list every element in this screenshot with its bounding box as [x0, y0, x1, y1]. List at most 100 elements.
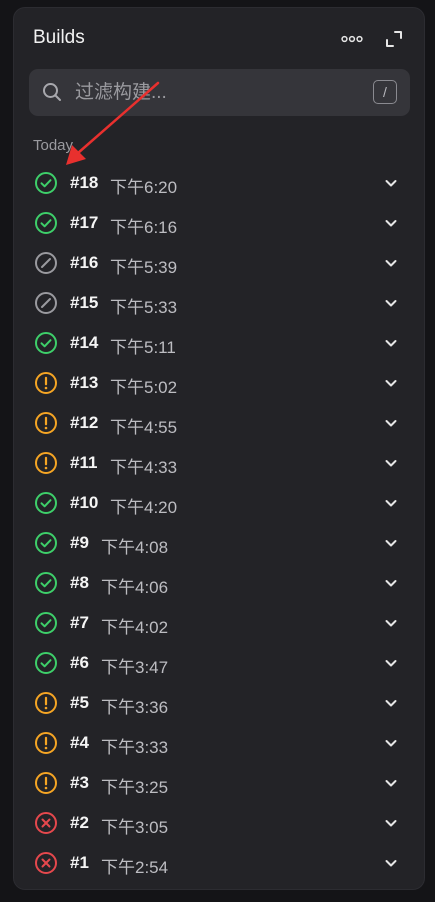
build-row[interactable]: #3 下午3:25 — [14, 762, 424, 802]
check-circle-icon — [35, 332, 57, 354]
chevron-down-icon[interactable] — [384, 496, 398, 510]
chevron-down-icon[interactable] — [384, 776, 398, 790]
more-horizontal-icon — [341, 35, 363, 43]
chevron-down-icon[interactable] — [384, 376, 398, 390]
build-time: 下午6:20 — [110, 178, 178, 197]
check-circle-icon — [35, 612, 57, 634]
build-number: #11 — [70, 453, 98, 472]
check-circle-icon — [35, 532, 57, 554]
build-number: #3 — [70, 773, 89, 792]
check-circle-icon — [35, 572, 57, 594]
build-number: #1 — [70, 853, 89, 872]
build-row[interactable]: #2 下午3:05 — [14, 802, 424, 842]
build-number: #14 — [70, 333, 99, 352]
expand-icon — [386, 31, 402, 47]
chevron-down-icon[interactable] — [384, 616, 398, 630]
chevron-down-icon[interactable] — [384, 256, 398, 270]
chevron-down-icon[interactable] — [384, 736, 398, 750]
build-time: 下午3:25 — [101, 778, 169, 797]
build-time: 下午2:54 — [101, 858, 169, 877]
chevron-down-icon[interactable] — [384, 816, 398, 830]
build-number: #7 — [70, 613, 89, 632]
build-number: #16 — [70, 253, 99, 272]
build-row[interactable]: #13 下午5:02 — [14, 362, 424, 402]
build-row[interactable]: #10 下午4:20 — [14, 482, 424, 522]
build-row[interactable]: #16 下午5:39 — [14, 242, 424, 282]
build-number: #10 — [70, 493, 99, 512]
build-row[interactable]: #18 下午6:20 — [14, 162, 424, 202]
build-time: 下午4:02 — [101, 618, 169, 637]
build-row[interactable]: #15 下午5:33 — [14, 282, 424, 322]
chevron-down-icon[interactable] — [384, 416, 398, 430]
chevron-down-icon[interactable] — [384, 296, 398, 310]
build-time: 下午3:36 — [101, 698, 169, 717]
build-number: #18 — [70, 173, 99, 192]
alert-circle-icon — [35, 772, 57, 794]
build-time: 下午5:39 — [110, 258, 178, 277]
build-time: 下午5:11 — [110, 338, 176, 357]
alert-circle-icon — [35, 412, 57, 434]
check-circle-icon — [35, 492, 57, 514]
chevron-down-icon[interactable] — [384, 536, 398, 550]
build-row[interactable]: #4 下午3:33 — [14, 722, 424, 762]
chevron-down-icon[interactable] — [384, 176, 398, 190]
build-time: 下午6:16 — [110, 218, 178, 237]
slash-circle-icon — [35, 252, 57, 274]
builds-panel: Builds / Today #18 下午6:20 #17 下午6:16 #16 下午5:… — [13, 7, 425, 890]
build-time: 下午4:06 — [101, 578, 169, 597]
panel-title: Builds — [33, 27, 85, 48]
panel-header: Builds — [14, 8, 424, 68]
chevron-down-icon[interactable] — [384, 656, 398, 670]
filter-search-box[interactable]: / — [29, 69, 410, 116]
build-number: #12 — [70, 413, 99, 432]
chevron-down-icon[interactable] — [384, 856, 398, 870]
alert-circle-icon — [35, 452, 57, 474]
build-time: 下午4:08 — [101, 538, 169, 557]
build-time: 下午5:02 — [110, 378, 178, 397]
build-row[interactable]: #8 下午4:06 — [14, 562, 424, 602]
build-time: 下午5:33 — [110, 298, 178, 317]
check-circle-icon — [35, 172, 57, 194]
alert-circle-icon — [35, 732, 57, 754]
build-row[interactable]: #6 下午3:47 — [14, 642, 424, 682]
expand-button[interactable] — [380, 25, 408, 53]
build-time: 下午3:33 — [101, 738, 169, 757]
build-row[interactable]: #17 下午6:16 — [14, 202, 424, 242]
alert-circle-icon — [35, 372, 57, 394]
build-time: 下午4:55 — [110, 418, 178, 437]
x-circle-icon — [35, 812, 57, 834]
build-row[interactable]: #1 下午2:54 — [14, 842, 424, 882]
build-number: #9 — [70, 533, 89, 552]
build-time: 下午3:05 — [101, 818, 169, 837]
build-number: #15 — [70, 293, 99, 312]
x-circle-icon — [35, 852, 57, 874]
slash-circle-icon — [35, 292, 57, 314]
build-number: #2 — [70, 813, 89, 832]
chevron-down-icon[interactable] — [384, 576, 398, 590]
build-row[interactable]: #7 下午4:02 — [14, 602, 424, 642]
more-options-button[interactable] — [338, 25, 366, 53]
build-number: #6 — [70, 653, 89, 672]
build-row[interactable]: #14 下午5:11 — [14, 322, 424, 362]
build-number: #8 — [70, 573, 89, 592]
check-circle-icon — [35, 212, 57, 234]
chevron-down-icon[interactable] — [384, 696, 398, 710]
chevron-down-icon[interactable] — [384, 336, 398, 350]
chevron-down-icon[interactable] — [384, 456, 398, 470]
section-label-today: Today — [33, 137, 74, 154]
check-circle-icon — [35, 652, 57, 674]
build-row[interactable]: #11 下午4:33 — [14, 442, 424, 482]
build-number: #13 — [70, 373, 99, 392]
build-time: 下午4:20 — [110, 498, 178, 517]
build-row[interactable]: #12 下午4:55 — [14, 402, 424, 442]
filter-builds-input[interactable] — [75, 69, 355, 116]
build-time: 下午3:47 — [101, 658, 169, 677]
build-number: #4 — [70, 733, 89, 752]
build-list: #18 下午6:20 #17 下午6:16 #16 下午5:39 #15 下午5:33 #14 下… — [14, 162, 424, 882]
chevron-down-icon[interactable] — [384, 216, 398, 230]
build-row[interactable]: #5 下午3:36 — [14, 682, 424, 722]
build-time: 下午4:33 — [110, 458, 178, 477]
build-row[interactable]: #9 下午4:08 — [14, 522, 424, 562]
build-number: #5 — [70, 693, 89, 712]
build-number: #17 — [70, 213, 99, 232]
